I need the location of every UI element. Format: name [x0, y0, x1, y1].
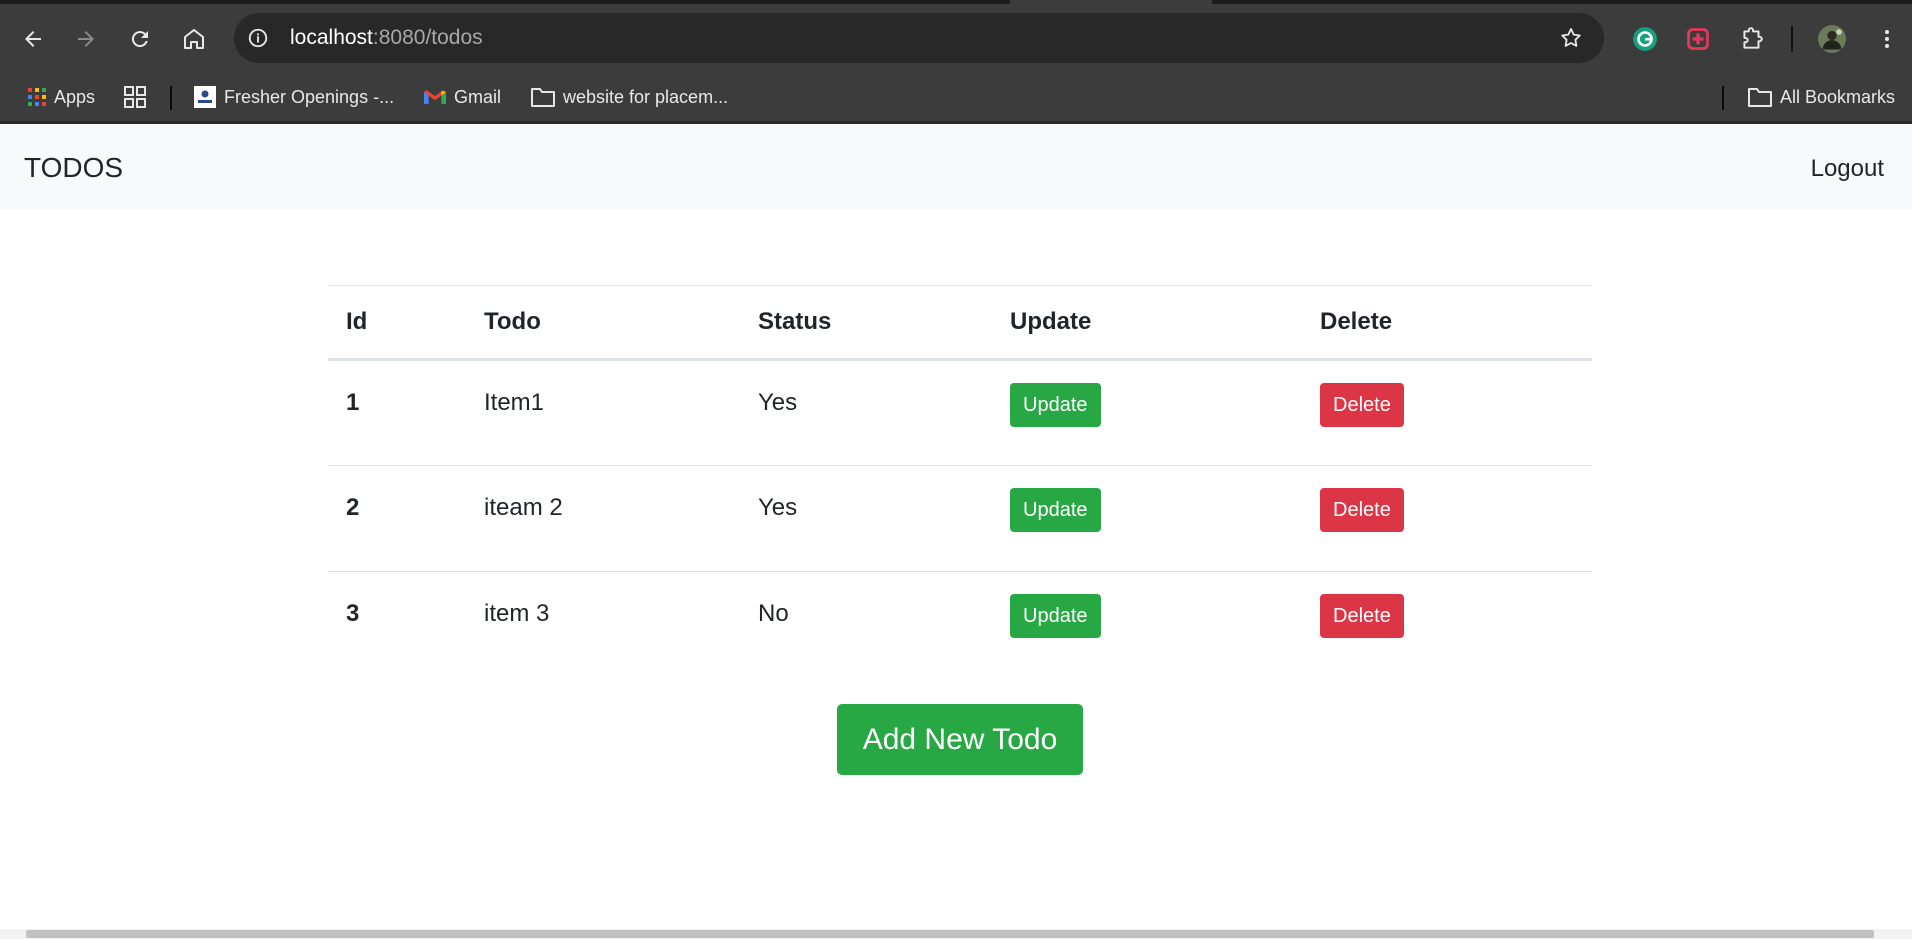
bookmark-tab-groups[interactable]	[124, 82, 146, 112]
reload-icon	[131, 31, 148, 48]
header-update: Update	[992, 285, 1302, 361]
bookmark-apps[interactable]: Apps	[28, 82, 95, 112]
cell-status: Yes	[740, 465, 992, 572]
apps-grid-icon	[28, 88, 46, 106]
arrow-left-icon	[25, 31, 41, 47]
reload-button[interactable]	[124, 23, 156, 55]
forward-button[interactable]	[70, 23, 102, 55]
cell-delete: Delete	[1302, 359, 1592, 466]
cell-id: 3	[346, 600, 360, 627]
page-content: TODOS Logout Id Todo Status Update Delet…	[0, 124, 1912, 939]
table-row: 1 Item1 Yes Update Delete	[328, 359, 1592, 466]
address-bar[interactable]: localhost:8080/todos	[234, 13, 1604, 63]
cell-todo: item 3	[484, 600, 550, 627]
bookmark-label: Apps	[54, 86, 96, 107]
gmail-icon	[424, 89, 446, 104]
update-button[interactable]: Update	[1010, 488, 1101, 532]
cell-todo: iteam 2	[466, 465, 740, 572]
update-button[interactable]: Update	[1010, 594, 1101, 638]
bookmark-star-icon[interactable]	[1558, 25, 1584, 51]
app-navbar: TODOS Logout	[0, 124, 1912, 209]
update-button[interactable]: Update	[1010, 383, 1101, 427]
bookmarks-bar: Apps Fresher Openings -... Gmail website…	[0, 74, 1912, 124]
cell-id: 1	[328, 359, 466, 466]
delete-button[interactable]: Delete	[1320, 383, 1404, 427]
header-delete: Delete	[1302, 285, 1592, 361]
table-row: 3 item 3 No Update Delete	[328, 572, 1592, 678]
home-icon	[184, 29, 204, 49]
cell-update: Update	[992, 572, 1302, 678]
profile-avatar[interactable]	[1817, 24, 1847, 54]
url-path: :8080/todos	[372, 26, 483, 49]
extension-red-icon[interactable]	[1683, 24, 1713, 54]
header-todo: Todo	[466, 285, 740, 361]
bookmark-gmail[interactable]: Gmail	[424, 82, 501, 112]
bookmark-label: Fresher Openings -...	[224, 86, 395, 107]
puzzle-icon[interactable]	[1737, 24, 1767, 54]
header-id: Id	[328, 285, 466, 361]
back-button[interactable]	[17, 23, 49, 55]
site-info-icon[interactable]	[246, 26, 270, 50]
url-host: localhost	[290, 26, 373, 49]
cell-delete: Delete	[1302, 572, 1592, 678]
toolbar-divider	[1791, 26, 1793, 52]
url-text: localhost:8080/todos	[290, 26, 483, 50]
cell-update: Update	[992, 359, 1302, 466]
bookmark-label: Gmail	[454, 86, 502, 107]
horizontal-scrollbar[interactable]	[0, 929, 1912, 939]
todos-table: Id Todo Status Update Delete 1 Item1 Yes…	[328, 285, 1592, 678]
all-bookmarks-label: All Bookmarks	[1780, 86, 1896, 107]
cell-delete: Delete	[1302, 465, 1592, 572]
cell-status: Yes	[740, 359, 992, 466]
browser-toolbar: localhost:8080/todos	[0, 4, 1912, 74]
bookmarks-divider	[170, 86, 172, 110]
scrollbar-thumb[interactable]	[26, 930, 1874, 938]
delete-button[interactable]: Delete	[1320, 594, 1404, 638]
table-header-row: Id Todo Status Update Delete	[328, 285, 1592, 361]
cell-id: 2	[328, 465, 466, 572]
grammarly-icon[interactable]	[1630, 24, 1660, 54]
home-button[interactable]	[178, 23, 210, 55]
delete-button[interactable]: Delete	[1320, 488, 1404, 532]
bookmark-fresher-openings[interactable]: Fresher Openings -...	[194, 82, 394, 112]
cell-todo: Item1	[466, 359, 740, 466]
folder-icon	[1748, 88, 1772, 107]
bookmark-label: website for placem...	[563, 86, 729, 107]
bookmarks-divider	[1722, 86, 1724, 110]
bookmark-folder-placement[interactable]: website for placem...	[531, 82, 728, 112]
kebab-menu-icon[interactable]	[1872, 24, 1902, 54]
add-new-todo-button[interactable]: Add New Todo	[837, 704, 1083, 775]
header-status: Status	[740, 285, 992, 361]
arrow-right-icon	[78, 31, 94, 47]
logout-link[interactable]: Logout	[1811, 155, 1884, 183]
cell-status: No	[758, 600, 789, 627]
site-favicon	[194, 86, 216, 108]
table-row: 2 iteam 2 Yes Update Delete	[328, 465, 1592, 572]
folder-icon	[531, 88, 555, 107]
brand-title[interactable]: TODOS	[24, 152, 123, 184]
tab-groups-icon	[124, 86, 146, 108]
cell-update: Update	[992, 465, 1302, 572]
all-bookmarks[interactable]: All Bookmarks	[1748, 82, 1895, 112]
